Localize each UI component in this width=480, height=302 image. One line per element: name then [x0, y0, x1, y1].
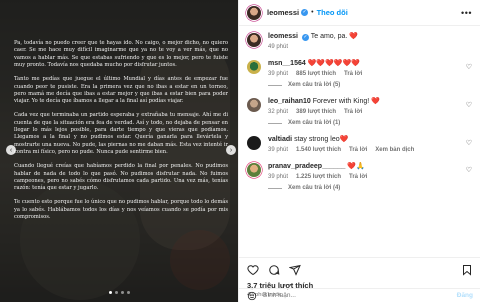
translate-button[interactable]: Xem bản dịch — [375, 147, 414, 153]
emoji-icon[interactable] — [247, 291, 257, 301]
avatar[interactable] — [247, 98, 261, 112]
comment-username[interactable]: valtiadi — [268, 136, 292, 143]
like-comment-icon[interactable]: ♡ — [466, 139, 472, 153]
avatar[interactable] — [247, 33, 261, 47]
reply-button[interactable]: Trả lời — [349, 174, 367, 180]
add-comment-bar: Đăng — [239, 288, 480, 302]
separator: • — [311, 9, 314, 16]
comment-username[interactable]: msn__1564 — [268, 60, 306, 67]
reply-line — [268, 187, 282, 189]
comment-text: ❤️❤️❤️❤️❤️❤️ — [307, 60, 361, 67]
share-icon[interactable] — [289, 264, 301, 276]
comment-time: 39 phút — [268, 71, 289, 77]
post-header: leomessi ✓ • Theo dõi ••• — [239, 0, 480, 26]
comment-text: Forever with King! ❤️ — [312, 98, 380, 105]
caption-time: 49 phút — [268, 44, 289, 50]
carousel-dot — [126, 291, 130, 294]
like-comment-icon[interactable]: ♡ — [466, 101, 472, 126]
carousel-indicator — [0, 291, 238, 294]
more-options-icon[interactable]: ••• — [461, 8, 472, 18]
comment-likes[interactable]: 1.540 lượt thích — [296, 147, 341, 153]
letter-paragraph: Tanto me pedías que juegue el último Mun… — [14, 76, 228, 105]
carousel-dot — [120, 291, 124, 294]
letter-paragraph: Cuando llegué creías que habíamos perdid… — [14, 163, 228, 192]
reply-button[interactable]: Trả lời — [344, 71, 362, 77]
post-image[interactable]: Pa, todavía no puedo creer que te hayas … — [0, 0, 238, 302]
heart-icon[interactable] — [247, 264, 259, 276]
caption: leomessi ✓ Te amo, pa. ❤️ 49 phút — [247, 32, 472, 50]
view-replies-label: Xem câu trả lời (5) — [288, 82, 341, 88]
view-replies-label: Xem câu trả lời (1) — [288, 120, 341, 126]
avatar[interactable] — [247, 5, 261, 20]
carousel-dot-active — [108, 291, 112, 294]
letter-paragraph: Cada vez que terminaba un partido espera… — [14, 112, 228, 156]
comments-list: leomessi ✓ Te amo, pa. ❤️ 49 phút msn__1… — [239, 26, 480, 226]
reply-line — [268, 122, 282, 124]
letter-paragraph: Te cuento esto porque fue lo único que n… — [14, 199, 228, 221]
avatar[interactable] — [247, 163, 261, 177]
avatar[interactable] — [247, 136, 261, 150]
chevron-right-icon: › — [229, 146, 233, 154]
comment-time: 39 phút — [268, 147, 289, 153]
caption-text: leomessi ✓ Te amo, pa. ❤️ — [268, 32, 472, 41]
comment-icon[interactable] — [268, 264, 280, 276]
like-comment-icon[interactable]: ♡ — [466, 63, 472, 88]
reply-button[interactable]: Trả lời — [349, 147, 367, 153]
instagram-post: Pa, todavía no puedo creer que te hayas … — [0, 0, 480, 302]
letter-paragraph: Pa, todavía no puedo creer que te hayas … — [14, 40, 228, 69]
comment: msn__1564 ❤️❤️❤️❤️❤️❤️ 39 phút 885 lượt … — [247, 59, 472, 88]
comment-text: ❤️🙏 — [347, 163, 365, 170]
avatar[interactable] — [247, 60, 261, 74]
bookmark-icon[interactable] — [461, 264, 473, 276]
comment: valtiadi stay strong leo❤️ 39 phút 1.540… — [247, 135, 472, 153]
verified-badge-icon: ✓ — [301, 34, 309, 41]
view-replies-button[interactable]: Xem câu trả lời (4) — [268, 185, 462, 191]
view-replies-button[interactable]: Xem câu trả lời (5) — [268, 82, 462, 88]
post-side-panel: leomessi ✓ • Theo dõi ••• leomessi ✓ Te … — [238, 0, 480, 302]
comment-time: 32 phút — [268, 109, 289, 115]
letter-text: Pa, todavía no puedo creer que te hayas … — [14, 40, 228, 228]
heart-emoji: ❤️ — [349, 33, 358, 40]
caption-body: Te amo, pa. — [310, 33, 350, 40]
reply-line — [268, 84, 282, 86]
carousel-dot — [114, 291, 118, 294]
post-comment-button[interactable]: Đăng — [457, 292, 473, 299]
verified-badge-icon: ✓ — [301, 9, 309, 16]
like-comment-icon[interactable]: ♡ — [466, 166, 472, 191]
comment-input[interactable] — [263, 292, 457, 299]
comment-likes[interactable]: 1.225 lượt thích — [296, 174, 341, 180]
view-replies-label: Xem câu trả lời (4) — [288, 185, 341, 191]
comment-username[interactable]: pranav_pradeep______ — [268, 163, 345, 170]
comment-likes[interactable]: 885 lượt thích — [296, 71, 336, 77]
view-replies-button[interactable]: Xem câu trả lời (1) — [268, 120, 462, 126]
comment-username[interactable]: leo_raihan10 — [268, 98, 311, 105]
username[interactable]: leomessi — [267, 8, 299, 17]
follow-button[interactable]: Theo dõi — [317, 8, 348, 17]
chevron-left-icon: ‹ — [9, 146, 13, 154]
comment: pranav_pradeep______ ❤️🙏 39 phút 1.225 l… — [247, 162, 472, 191]
caption-username[interactable]: leomessi — [268, 33, 298, 40]
comment-likes[interactable]: 389 lượt thích — [296, 109, 336, 115]
previous-slide-button[interactable]: ‹ — [6, 145, 16, 155]
next-slide-button[interactable]: › — [226, 145, 236, 155]
reply-button[interactable]: Trả lời — [344, 109, 362, 115]
comment: leo_raihan10 Forever with King! ❤️ 32 ph… — [247, 97, 472, 126]
comment-time: 39 phút — [268, 174, 289, 180]
comment-text: stay strong leo❤️ — [294, 136, 349, 143]
